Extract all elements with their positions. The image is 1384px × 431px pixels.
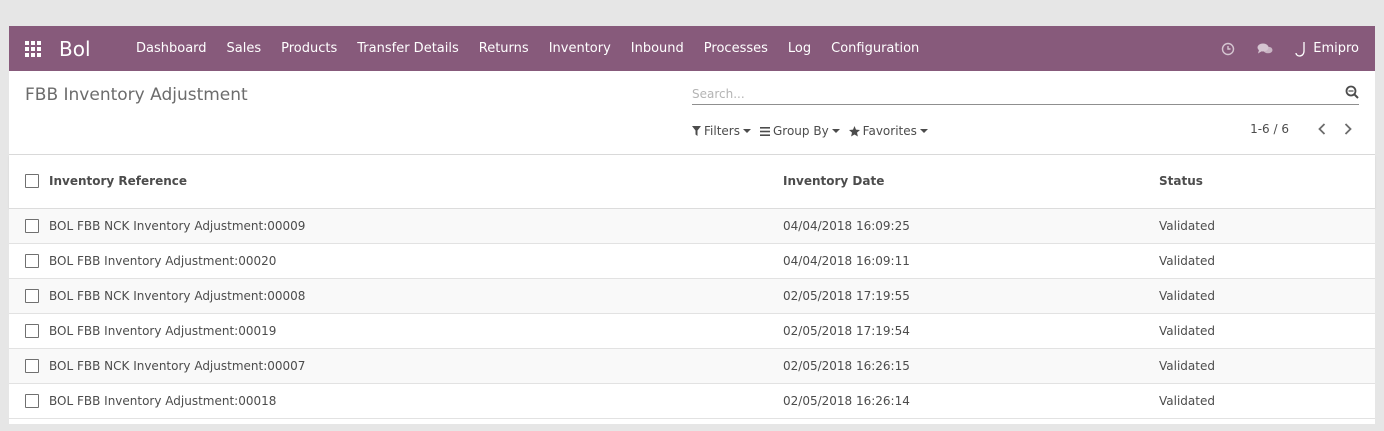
inventory-reference-cell: BOL FBB NCK Inventory Adjustment:00007 [49,358,306,373]
inventory-reference-cell: BOL FBB Inventory Adjustment:00020 [49,253,277,268]
menu-item-log[interactable]: Log [778,41,821,56]
menu-item-sales[interactable]: Sales [217,41,272,56]
table-row[interactable]: BOL FBB Inventory Adjustment:00019 02/05… [9,313,1375,348]
inventory-date-cell: 04/04/2018 16:09:11 [783,253,910,268]
inventory-date-cell: 02/05/2018 16:26:14 [783,393,910,408]
search-options: Filters Group By Favorites [692,124,937,138]
filters-label: Filters [704,124,740,138]
row-checkbox[interactable] [25,288,39,303]
status-cell: Validated [1159,393,1215,408]
menu-item-dashboard[interactable]: Dashboard [126,41,217,56]
menu-item-products[interactable]: Products [271,41,347,56]
menu-item-inventory[interactable]: Inventory [539,41,621,56]
caret-down-icon [831,129,840,133]
app-name[interactable]: Bol [59,37,109,61]
top-navbar: Bol Dashboard Sales Products Transfer De… [9,26,1375,71]
filter-icon [692,126,701,136]
inventory-table: Inventory Reference Inventory Date Statu… [9,155,1375,419]
user-logo-icon [1295,41,1305,57]
table-row[interactable]: BOL FBB NCK Inventory Adjustment:00007 0… [9,348,1375,383]
user-menu[interactable]: Emipro [1295,41,1359,57]
row-checkbox[interactable] [25,218,39,233]
apps-grid-icon[interactable] [25,40,43,57]
inventory-reference-cell: BOL FBB Inventory Adjustment:00019 [49,323,277,338]
clock-icon[interactable] [1221,42,1235,56]
status-cell: Validated [1159,253,1215,268]
main-menu: Dashboard Sales Products Transfer Detail… [126,41,929,56]
table-row[interactable]: BOL FBB NCK Inventory Adjustment:00009 0… [9,208,1375,243]
search-input[interactable] [692,84,1359,104]
menu-item-configuration[interactable]: Configuration [821,41,929,56]
inventory-date-cell: 02/05/2018 17:19:54 [783,323,910,338]
star-icon [848,125,860,136]
systray: Emipro [1199,26,1359,71]
column-header-status[interactable]: Status [1159,155,1375,208]
column-header-inventory-date[interactable]: Inventory Date [783,155,1159,208]
page-title: FBB Inventory Adjustment [25,85,248,105]
menu-item-inbound[interactable]: Inbound [621,41,694,56]
inventory-reference-cell: BOL FBB Inventory Adjustment:00018 [49,393,277,408]
chat-icon[interactable] [1257,42,1273,56]
inventory-date-cell: 02/05/2018 16:26:15 [783,358,910,373]
inventory-reference-cell: BOL FBB NCK Inventory Adjustment:00009 [49,218,306,233]
menu-item-processes[interactable]: Processes [694,41,778,56]
caret-down-icon [919,129,928,133]
row-checkbox[interactable] [25,253,39,268]
table-row[interactable]: BOL FBB NCK Inventory Adjustment:00008 0… [9,278,1375,313]
favorites-label: Favorites [862,124,917,138]
table-row[interactable]: BOL FBB Inventory Adjustment:00020 04/04… [9,243,1375,278]
row-checkbox[interactable] [25,323,39,338]
caret-down-icon [742,129,751,133]
inventory-reference-cell: BOL FBB NCK Inventory Adjustment:00008 [49,288,306,303]
filters-dropdown[interactable]: Filters [692,124,751,138]
search-icon[interactable] [1345,85,1359,99]
status-cell: Validated [1159,323,1215,338]
app-window: Bol Dashboard Sales Products Transfer De… [9,26,1375,424]
search-bar [692,83,1359,105]
inventory-date-cell: 04/04/2018 16:09:25 [783,218,910,233]
chevron-left-icon [1318,123,1326,135]
status-cell: Validated [1159,218,1215,233]
pager: 1-6 / 6 [1250,122,1355,136]
table-row[interactable]: BOL FBB Inventory Adjustment:00018 02/05… [9,383,1375,418]
status-cell: Validated [1159,358,1215,373]
group-by-label: Group By [772,124,829,138]
column-header-inventory-reference[interactable]: Inventory Reference [49,155,783,208]
favorites-dropdown[interactable]: Favorites [848,124,928,138]
select-all-checkbox[interactable] [25,174,39,189]
table-header-row: Inventory Reference Inventory Date Statu… [9,155,1375,208]
menu-item-transfer-details[interactable]: Transfer Details [347,41,468,56]
menu-item-returns[interactable]: Returns [469,41,539,56]
group-by-dropdown[interactable]: Group By [759,124,840,138]
list-icon [759,126,770,136]
pager-next-button[interactable] [1341,122,1355,136]
pager-value[interactable]: 1-6 / 6 [1250,122,1289,136]
chevron-right-icon [1344,123,1352,135]
row-checkbox[interactable] [25,393,39,408]
control-panel: FBB Inventory Adjustment Filters [9,71,1375,155]
inventory-date-cell: 02/05/2018 17:19:55 [783,288,910,303]
row-checkbox[interactable] [25,358,39,373]
pager-previous-button[interactable] [1315,122,1329,136]
user-name: Emipro [1313,41,1359,56]
status-cell: Validated [1159,288,1215,303]
